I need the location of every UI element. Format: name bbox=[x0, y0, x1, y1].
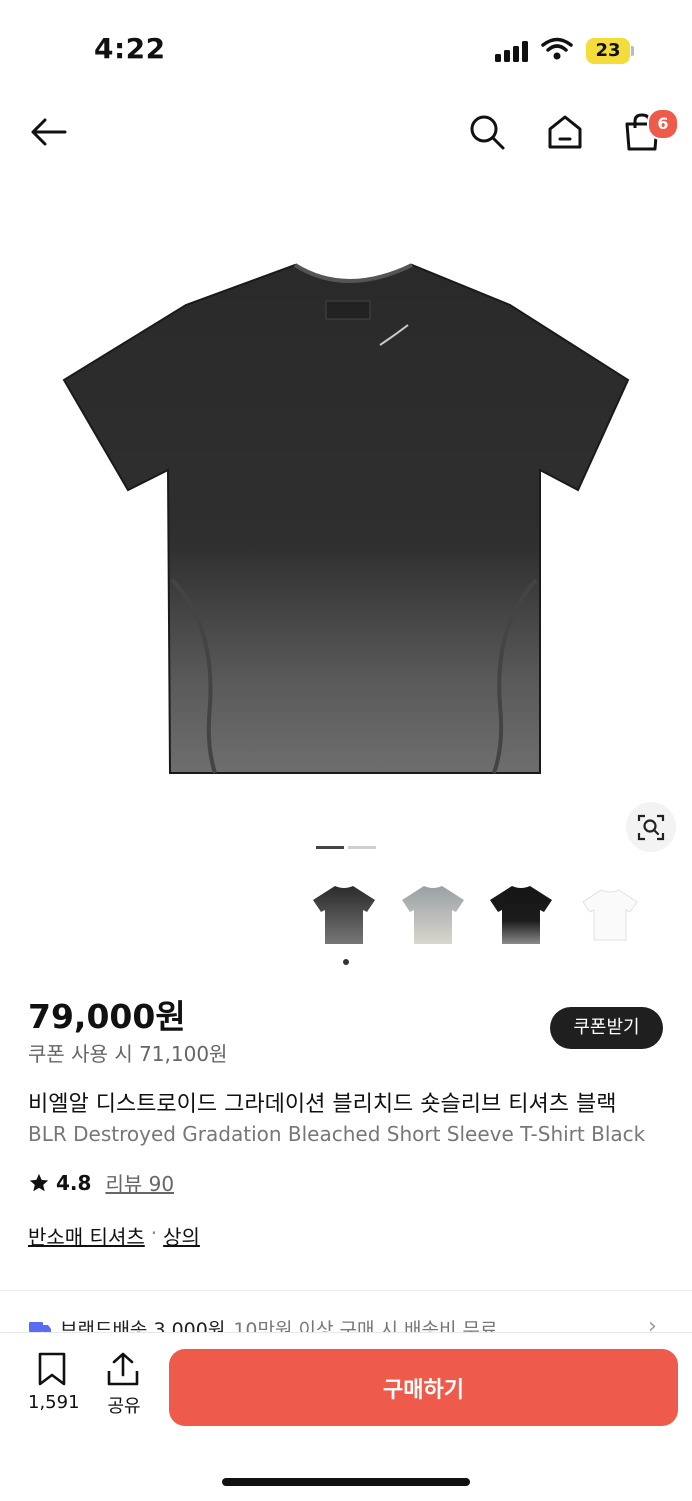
cellular-signal-icon bbox=[495, 40, 531, 62]
product-image[interactable] bbox=[0, 185, 692, 825]
thumbnail-black-faded[interactable] bbox=[486, 880, 556, 948]
home-icon bbox=[548, 115, 582, 149]
category-link-short-sleeve[interactable]: 반소매 티셔츠 bbox=[28, 1221, 145, 1250]
wifi-icon bbox=[541, 37, 573, 60]
rating-value: 4.8 bbox=[56, 1170, 92, 1195]
bookmark-icon bbox=[38, 1352, 66, 1386]
thumbnail-black-gradient[interactable] bbox=[309, 880, 379, 948]
review-link[interactable]: 리뷰 90 bbox=[105, 1168, 174, 1197]
status-time: 4:22 bbox=[94, 32, 166, 65]
star-icon bbox=[29, 1173, 49, 1191]
cart-count-badge: 6 bbox=[647, 108, 679, 140]
share-label: 공유 bbox=[107, 1396, 141, 1417]
search-button[interactable] bbox=[465, 110, 509, 154]
category-link-tops[interactable]: 상의 bbox=[163, 1221, 200, 1250]
product-name-korean: 비엘알 디스트로이드 그라데이션 블리치드 숏슬리브 티셔츠 블랙 bbox=[28, 1092, 617, 1117]
tshirt-thumbnail-icon bbox=[582, 889, 638, 941]
tshirt-thumbnail-icon bbox=[313, 886, 375, 944]
arrow-left-icon bbox=[31, 118, 67, 146]
section-divider bbox=[0, 1290, 692, 1291]
share-button[interactable] bbox=[102, 1348, 144, 1390]
home-indicator bbox=[222, 1478, 470, 1486]
home-button[interactable] bbox=[543, 110, 587, 154]
tshirt-thumbnail-icon bbox=[490, 886, 552, 944]
search-icon bbox=[470, 115, 505, 150]
back-button[interactable] bbox=[26, 110, 70, 154]
bookmark-count: 1,591 bbox=[28, 1392, 80, 1413]
product-price: 79,000원 bbox=[28, 997, 186, 1036]
buy-button[interactable]: 구매하기 bbox=[169, 1349, 678, 1426]
thumbnail-selected-dot bbox=[343, 959, 349, 965]
lens-search-icon bbox=[637, 814, 665, 841]
bookmark-button[interactable] bbox=[31, 1348, 73, 1390]
product-name-english: BLR Destroyed Gradation Bleached Short S… bbox=[28, 1122, 646, 1146]
category-breadcrumb: 반소매 티셔츠 · 상의 bbox=[28, 1221, 200, 1250]
thumbnail-white[interactable] bbox=[575, 880, 645, 948]
category-separator: · bbox=[150, 1221, 158, 1245]
share-icon bbox=[107, 1352, 139, 1386]
image-pager-active bbox=[316, 846, 344, 849]
image-search-button[interactable] bbox=[626, 802, 676, 852]
get-coupon-button[interactable]: 쿠폰받기 bbox=[550, 1007, 663, 1049]
battery-indicator: 23 bbox=[586, 38, 630, 64]
rating-row: 4.8 리뷰 90 bbox=[28, 1168, 174, 1197]
image-pager-inactive bbox=[348, 846, 376, 849]
coupon-price: 쿠폰 사용 시 71,100원 bbox=[28, 1042, 228, 1066]
tshirt-thumbnail-icon bbox=[402, 886, 464, 944]
thumbnail-grey-gradient[interactable] bbox=[398, 880, 468, 948]
battery-tip bbox=[631, 46, 634, 56]
